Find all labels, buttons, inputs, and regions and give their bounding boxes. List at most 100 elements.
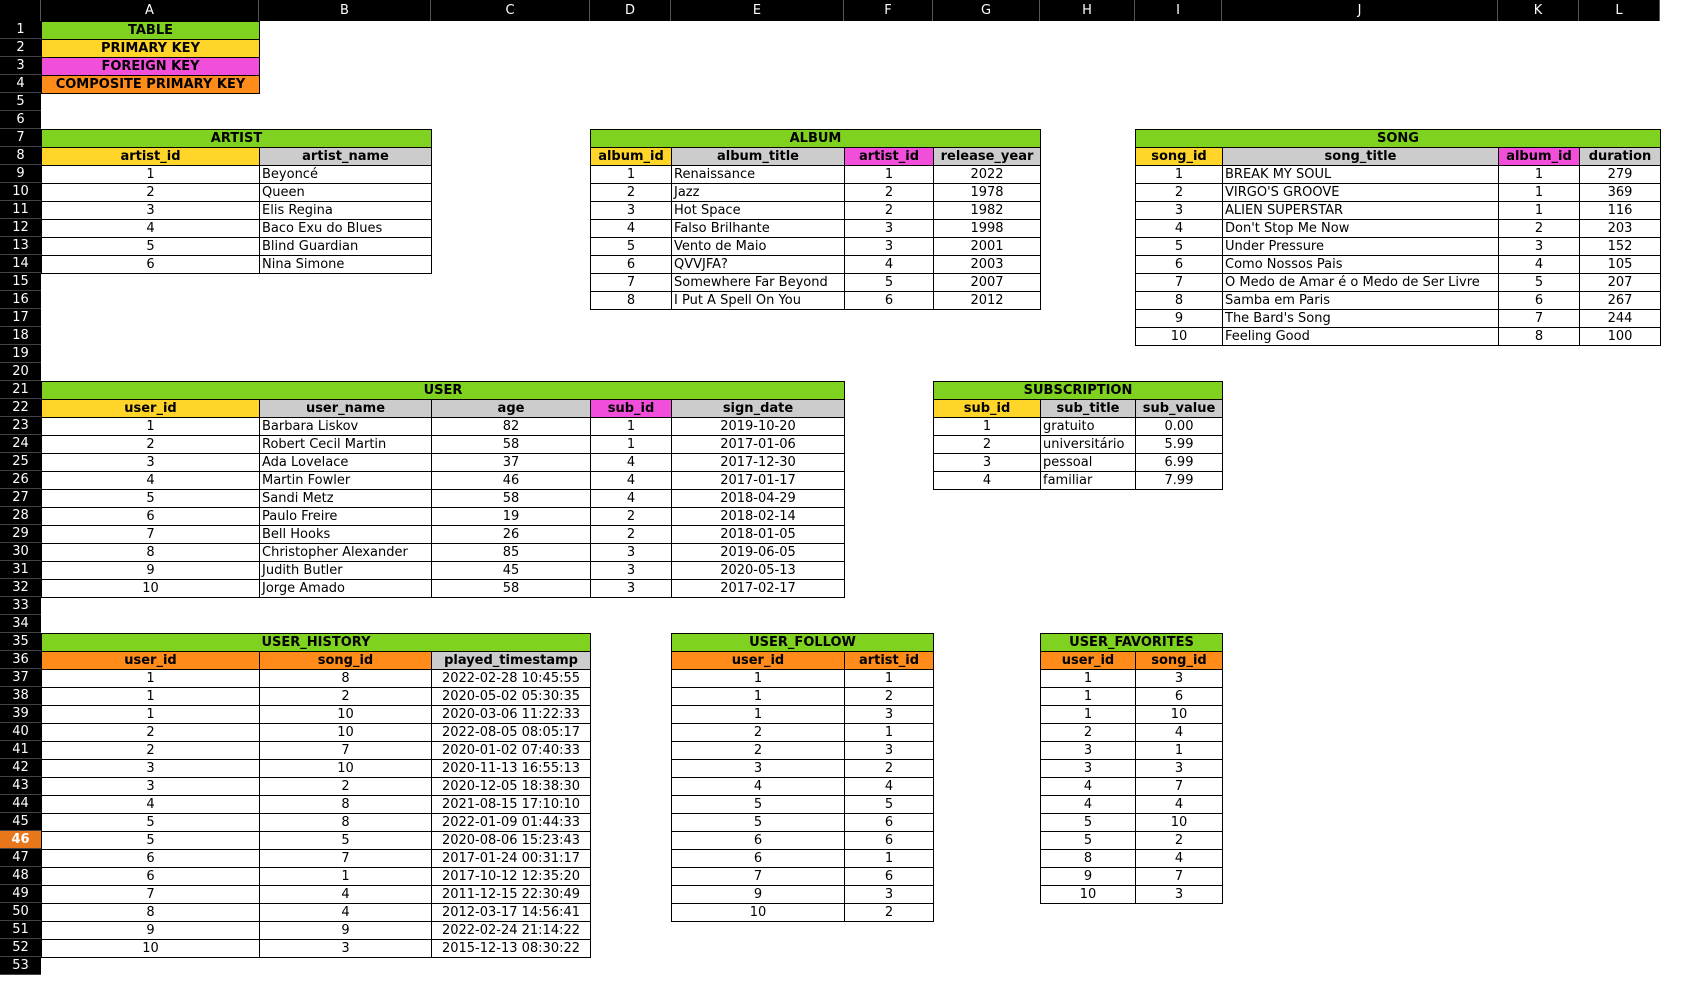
user_history-cell[interactable]: 8 [259,669,432,688]
song-cell[interactable]: 1 [1498,183,1580,202]
album-cell[interactable]: 2003 [933,255,1041,274]
user_history-cell[interactable]: 1 [259,867,432,886]
user-cell[interactable]: 58 [431,579,591,598]
user_favorites-cell[interactable]: 2 [1040,723,1136,742]
user_favorites-cell[interactable]: 4 [1135,795,1223,814]
song-cell[interactable]: 3 [1498,237,1580,256]
user-cell[interactable]: 2017-01-06 [671,435,845,454]
song-cell[interactable]: 267 [1579,291,1661,310]
user-header-user-id[interactable]: user_id [41,399,260,418]
song-cell[interactable]: Don't Stop Me Now [1222,219,1499,238]
user_follow-cell[interactable]: 3 [844,705,934,724]
album-cell[interactable]: 1998 [933,219,1041,238]
subscription-table-title[interactable]: SUBSCRIPTION [933,381,1223,400]
user_history-cell[interactable]: 8 [41,903,260,922]
user-cell[interactable]: 8 [41,543,260,562]
row-header-7[interactable]: 7 [0,129,41,147]
user-cell[interactable]: 2019-10-20 [671,417,845,436]
user_favorites-cell[interactable]: 3 [1040,741,1136,760]
column-header-h[interactable]: H [1040,0,1135,21]
user-header-user-name[interactable]: user_name [259,399,432,418]
user_follow-header-artist-id[interactable]: artist_id [844,651,934,670]
row-header-32[interactable]: 32 [0,579,41,597]
user_history-cell[interactable]: 1 [41,705,260,724]
song-cell[interactable]: O Medo de Amar é o Medo de Ser Livre [1222,273,1499,292]
user-cell[interactable]: Bell Hooks [259,525,432,544]
song-cell[interactable]: Feeling Good [1222,327,1499,346]
user_history-cell[interactable]: 2020-12-05 18:38:30 [431,777,591,796]
user_follow-cell[interactable]: 1 [671,705,845,724]
row-header-38[interactable]: 38 [0,687,41,705]
album-cell[interactable]: 2 [844,201,934,220]
user_history-cell[interactable]: 2011-12-15 22:30:49 [431,885,591,904]
row-header-28[interactable]: 28 [0,507,41,525]
user-cell[interactable]: Barbara Liskov [259,417,432,436]
song-cell[interactable]: 152 [1579,237,1661,256]
row-header-5[interactable]: 5 [0,93,41,111]
user_follow-cell[interactable]: 2 [671,741,845,760]
user-header-sub-id[interactable]: sub_id [590,399,672,418]
row-header-48[interactable]: 48 [0,867,41,885]
row-header-11[interactable]: 11 [0,201,41,219]
song-header-song-title[interactable]: song_title [1222,147,1499,166]
user-cell[interactable]: Jorge Amado [259,579,432,598]
user_history-cell[interactable]: 10 [41,939,260,958]
user-cell[interactable]: 3 [41,453,260,472]
user_follow-cell[interactable]: 6 [844,813,934,832]
user-table-title[interactable]: USER [41,381,845,400]
artist-cell[interactable]: 5 [41,237,260,256]
user_follow-cell[interactable]: 1 [671,669,845,688]
row-header-35[interactable]: 35 [0,633,41,651]
user-cell[interactable]: 2018-01-05 [671,525,845,544]
user-cell[interactable]: 1 [590,435,672,454]
row-header-46[interactable]: 46 [0,831,41,849]
user-cell[interactable]: 2 [590,525,672,544]
song-cell[interactable]: 3 [1135,201,1223,220]
column-header-d[interactable]: D [590,0,671,21]
user_history-cell[interactable]: 2020-01-02 07:40:33 [431,741,591,760]
user_history-cell[interactable]: 5 [41,831,260,850]
user-cell[interactable]: 85 [431,543,591,562]
subscription-cell[interactable]: gratuito [1040,417,1136,436]
song-cell[interactable]: 1 [1498,165,1580,184]
album-cell[interactable]: 2 [844,183,934,202]
song-cell[interactable]: 5 [1135,237,1223,256]
song-cell[interactable]: 207 [1579,273,1661,292]
user_history-cell[interactable]: 5 [41,813,260,832]
user-cell[interactable]: 46 [431,471,591,490]
user-cell[interactable]: Robert Cecil Martin [259,435,432,454]
row-header-12[interactable]: 12 [0,219,41,237]
album-cell[interactable]: 1982 [933,201,1041,220]
user_history-cell[interactable]: 3 [41,777,260,796]
album-cell[interactable]: 8 [590,291,672,310]
artist-header-artist-id[interactable]: artist_id [41,147,260,166]
row-header-19[interactable]: 19 [0,345,41,363]
subscription-cell[interactable]: 7.99 [1135,471,1223,490]
row-header-26[interactable]: 26 [0,471,41,489]
user-cell[interactable]: 2018-04-29 [671,489,845,508]
user-cell[interactable]: 58 [431,435,591,454]
user_favorites-cell[interactable]: 7 [1135,777,1223,796]
row-header-41[interactable]: 41 [0,741,41,759]
user_history-cell[interactable]: 7 [259,741,432,760]
user_favorites-cell[interactable]: 10 [1135,705,1223,724]
album-cell[interactable]: 3 [590,201,672,220]
row-header-8[interactable]: 8 [0,147,41,165]
user-cell[interactable]: 19 [431,507,591,526]
row-header-9[interactable]: 9 [0,165,41,183]
album-cell[interactable]: I Put A Spell On You [671,291,845,310]
user_favorites-cell[interactable]: 9 [1040,867,1136,886]
row-header-24[interactable]: 24 [0,435,41,453]
user_follow-cell[interactable]: 6 [671,831,845,850]
row-header-23[interactable]: 23 [0,417,41,435]
subscription-cell[interactable]: 5.99 [1135,435,1223,454]
user_follow-cell[interactable]: 5 [671,813,845,832]
user_favorites-cell[interactable]: 4 [1040,777,1136,796]
user_follow-cell[interactable]: 6 [844,831,934,850]
user_history-cell[interactable]: 10 [259,723,432,742]
row-header-21[interactable]: 21 [0,381,41,399]
row-header-50[interactable]: 50 [0,903,41,921]
user_history-header-song-id[interactable]: song_id [259,651,432,670]
legend-primary-key[interactable]: PRIMARY KEY [41,39,260,58]
artist-cell[interactable]: Queen [259,183,432,202]
